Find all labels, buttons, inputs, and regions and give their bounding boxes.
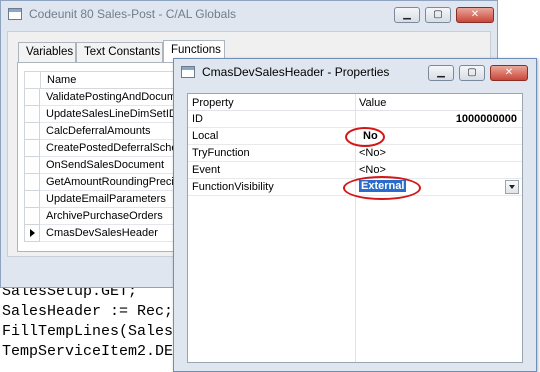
property-name: Local bbox=[192, 130, 219, 142]
title-bar[interactable]: CmasDevSalesHeader - Properties ▁ ▢ ✕ bbox=[174, 59, 536, 87]
code-line: TempServiceItem2.DEL bbox=[2, 343, 183, 360]
property-name: ID bbox=[192, 113, 203, 125]
code-line: SalesHeader := Rec; bbox=[2, 303, 174, 320]
minimize-button[interactable]: ▁ bbox=[428, 65, 454, 81]
row-selector[interactable] bbox=[24, 174, 40, 191]
code-line: FillTempLines(SalesH bbox=[2, 323, 183, 340]
function-name: CreatePostedDeferralSche bbox=[46, 142, 178, 154]
maximize-button[interactable]: ▢ bbox=[459, 65, 485, 81]
function-name: UpdateSalesLineDimSetID bbox=[46, 108, 177, 120]
window-icon bbox=[181, 66, 195, 78]
function-name: GetAmountRoundingPrecis bbox=[46, 176, 180, 188]
minimize-button[interactable]: ▁ bbox=[394, 7, 420, 23]
row-selector[interactable] bbox=[24, 208, 40, 225]
tab-variables[interactable]: Variables bbox=[18, 42, 76, 62]
property-row-event[interactable]: Event <No> bbox=[188, 162, 522, 179]
chevron-down-icon[interactable] bbox=[505, 180, 519, 194]
annotation-circle-visibility bbox=[343, 176, 421, 200]
row-selector-header bbox=[25, 72, 41, 88]
function-name: UpdateEmailParameters bbox=[46, 193, 166, 205]
column-header-name[interactable]: Name bbox=[47, 74, 76, 86]
property-row-id[interactable]: ID 1000000000 bbox=[188, 111, 522, 128]
function-name: ArchivePurchaseOrders bbox=[46, 210, 163, 222]
close-button[interactable]: ✕ bbox=[456, 7, 494, 23]
tab-text-constants[interactable]: Text Constants bbox=[76, 42, 163, 62]
title-bar[interactable]: Codeunit 80 Sales-Post - C/AL Globals ▁ … bbox=[1, 1, 497, 29]
property-name: FunctionVisibility bbox=[192, 181, 274, 193]
property-value[interactable]: <No> bbox=[359, 147, 386, 159]
row-selector[interactable] bbox=[24, 191, 40, 208]
property-name: TryFunction bbox=[192, 147, 250, 159]
row-selector[interactable] bbox=[24, 157, 40, 174]
close-button[interactable]: ✕ bbox=[490, 65, 528, 81]
properties-window: CmasDevSalesHeader - Properties ▁ ▢ ✕ Pr… bbox=[173, 58, 537, 372]
function-name: CmasDevSalesHeader bbox=[46, 227, 158, 239]
property-value[interactable]: <No> bbox=[359, 164, 386, 176]
property-value[interactable]: 1000000000 bbox=[456, 113, 517, 125]
window-icon bbox=[8, 8, 22, 20]
column-header-property[interactable]: Property bbox=[192, 97, 234, 109]
row-selector[interactable] bbox=[24, 106, 40, 123]
window-title: Codeunit 80 Sales-Post - C/AL Globals bbox=[29, 7, 236, 21]
screen: SalesSetup.GET; SalesHeader := Rec; Fill… bbox=[0, 0, 540, 372]
column-header-value[interactable]: Value bbox=[359, 97, 386, 109]
maximize-button[interactable]: ▢ bbox=[425, 7, 451, 23]
row-selector[interactable] bbox=[24, 140, 40, 157]
row-selector[interactable] bbox=[24, 225, 40, 242]
grid-header: Property Value bbox=[188, 94, 522, 111]
row-selector[interactable] bbox=[24, 123, 40, 140]
function-name: OnSendSalesDocument bbox=[46, 159, 165, 171]
property-row-tryfunction[interactable]: TryFunction <No> bbox=[188, 145, 522, 162]
annotation-circle-local bbox=[345, 127, 385, 147]
current-row-arrow-icon bbox=[30, 229, 35, 237]
row-selector[interactable] bbox=[24, 89, 40, 106]
property-name: Event bbox=[192, 164, 221, 176]
window-title: CmasDevSalesHeader - Properties bbox=[202, 65, 390, 79]
function-name: CalcDeferralAmounts bbox=[46, 125, 151, 137]
function-name: ValidatePostingAndDocum bbox=[46, 91, 177, 103]
